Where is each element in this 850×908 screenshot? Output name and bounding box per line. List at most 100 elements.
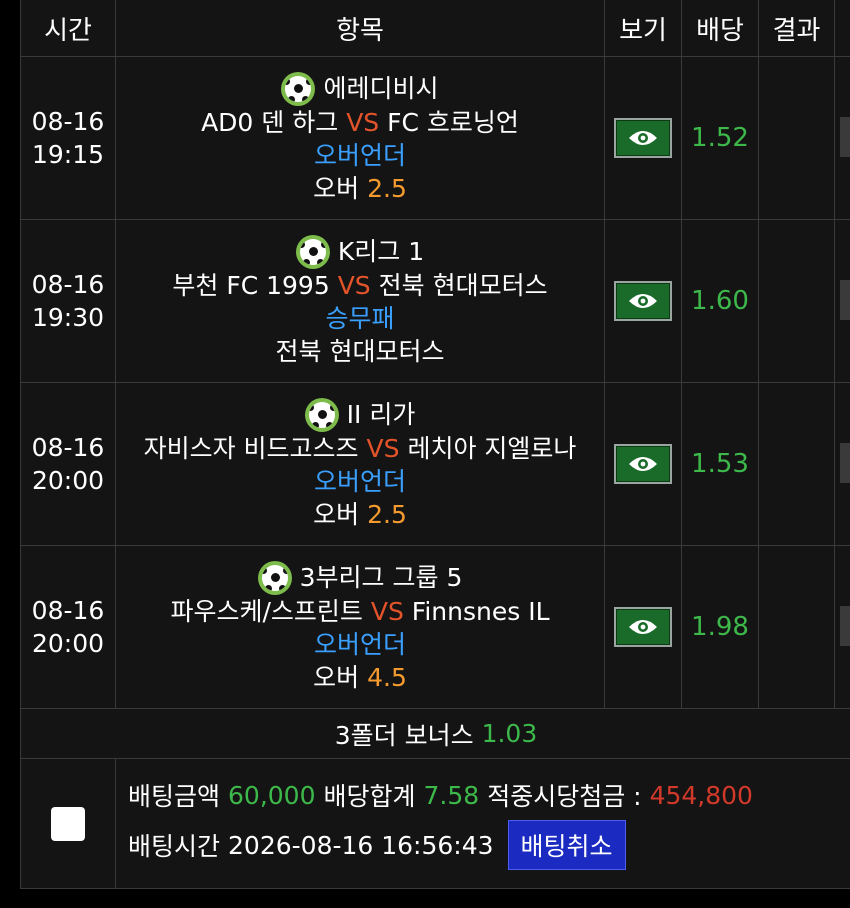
select-checkbox[interactable] xyxy=(51,806,85,841)
soccer-ball-icon xyxy=(257,560,292,595)
league-line: 3부리그 그룹 5 xyxy=(257,560,463,595)
odds-value: 1.60 xyxy=(682,220,759,383)
pick: 전북 현대모터스 xyxy=(276,335,445,368)
soccer-ball-icon xyxy=(295,234,330,269)
payout-label: 적중시당첨금 : xyxy=(487,782,642,811)
total-odds-label: 배당합계 xyxy=(323,782,416,811)
matchup: AD0 덴 하그 VS FC 흐로닝언 xyxy=(201,106,519,139)
home-team: AD0 덴 하그 xyxy=(201,107,339,137)
matchup: 자비스자 비드고스즈 VS 레치아 지엘로나 xyxy=(144,432,577,465)
pick-number: 4.5 xyxy=(367,662,407,692)
pick-text: 오버 xyxy=(313,499,360,529)
match-clock: 19:30 xyxy=(31,303,105,332)
bet-item: II 리가 자비스자 비드고스즈 VS 레치아 지엘로나 오버언더 오버 2.5 xyxy=(116,383,605,546)
result-cell xyxy=(759,220,835,383)
soccer-ball-icon xyxy=(281,71,316,106)
eye-icon xyxy=(629,457,657,471)
eye-icon xyxy=(629,131,657,145)
bet-item: 에레디비시 AD0 덴 하그 VS FC 흐로닝언 오버언더 오버 2.5 xyxy=(116,57,605,220)
league-line: K리그 1 xyxy=(295,234,425,269)
match-date: 08-16 xyxy=(31,270,105,299)
pick-text: 오버 xyxy=(313,662,360,692)
header-time: 시간 xyxy=(21,0,116,57)
pick: 오버 4.5 xyxy=(313,661,407,694)
bonus-label: 3폴더 보너스 xyxy=(334,720,474,750)
pick-text: 오버 xyxy=(313,173,360,203)
bet-time: 2026-08-16 16:56:43 xyxy=(228,830,494,860)
away-team: 레치아 지엘로나 xyxy=(407,433,577,463)
table-header: 시간 항목 보기 배당 결과 xyxy=(21,0,850,57)
payout-amount: 454,800 xyxy=(649,780,753,810)
view-button[interactable] xyxy=(614,118,672,158)
pick: 오버 2.5 xyxy=(313,498,407,531)
home-team: 자비스자 비드고스즈 xyxy=(143,433,359,463)
vs-label: VS xyxy=(370,596,404,626)
bet-item: 3부리그 그룹 5 파우스케/스프린트 VS Finnsnes IL 오버언더 … xyxy=(116,546,605,709)
pick-number: 2.5 xyxy=(367,499,407,529)
odds-value: 1.52 xyxy=(682,57,759,220)
match-clock: 20:00 xyxy=(31,629,105,658)
table-row: 08-16 20:00 3부리그 그룹 5 파우스케/스프린트 VS Finns… xyxy=(21,546,850,709)
soccer-ball-icon xyxy=(304,397,339,432)
vs-label: VS xyxy=(346,107,380,137)
league-name: K리그 1 xyxy=(337,237,425,266)
match-time: 08-16 20:00 xyxy=(21,383,116,546)
total-odds: 7.58 xyxy=(423,780,480,810)
matchup: 부천 FC 1995 VS 전북 현대모터스 xyxy=(172,269,547,302)
match-clock: 19:15 xyxy=(31,140,105,169)
match-date: 08-16 xyxy=(31,433,105,462)
view-button[interactable] xyxy=(614,444,672,484)
match-date: 08-16 xyxy=(31,107,105,136)
home-team: 파우스케/스프린트 xyxy=(170,596,363,626)
match-clock: 20:00 xyxy=(31,466,105,495)
eye-icon xyxy=(629,294,657,308)
bet-summary: 배팅금액 60,000 배당합계 7.58 적중시당첨금 : 454,800 배… xyxy=(21,759,850,888)
home-team: 부천 FC 1995 xyxy=(172,270,330,300)
away-team: 전북 현대모터스 xyxy=(378,270,548,300)
scrollbar[interactable] xyxy=(840,117,850,157)
pick-number: 2.5 xyxy=(367,173,407,203)
market-type: 승무패 xyxy=(325,303,395,333)
stake-label: 배팅금액 xyxy=(128,782,221,811)
header-odds: 배당 xyxy=(682,0,759,57)
bet-item: K리그 1 부천 FC 1995 VS 전북 현대모터스 승무패 전북 현대모터… xyxy=(116,220,605,383)
league-name: 3부리그 그룹 5 xyxy=(299,563,463,592)
match-date: 08-16 xyxy=(31,596,105,625)
odds-value: 1.53 xyxy=(682,383,759,546)
market-type: 오버언더 xyxy=(313,466,406,496)
league-name: II 리가 xyxy=(346,400,416,429)
bet-time-label: 배팅시간 xyxy=(128,832,221,861)
pick-text: 전북 현대모터스 xyxy=(275,336,445,366)
bonus-value: 1.03 xyxy=(481,719,538,748)
league-line: 에레디비시 xyxy=(281,71,439,106)
away-team: FC 흐로닝언 xyxy=(387,107,519,137)
view-button[interactable] xyxy=(614,281,672,321)
cancel-bet-button[interactable]: 배팅취소 xyxy=(507,820,626,870)
market-type: 오버언더 xyxy=(313,140,406,170)
result-cell xyxy=(759,57,835,220)
header-view: 보기 xyxy=(605,0,682,57)
match-time: 08-16 19:30 xyxy=(21,220,116,383)
bet-slip: 시간 항목 보기 배당 결과 08-16 19:15 에레디비시 AD0 덴 하… xyxy=(20,0,850,889)
pick: 오버 2.5 xyxy=(313,172,407,205)
result-cell xyxy=(759,383,835,546)
table-row: 08-16 19:30 K리그 1 부천 FC 1995 VS 전북 현대모터스… xyxy=(21,220,850,383)
match-time: 08-16 20:00 xyxy=(21,546,116,709)
league-line: II 리가 xyxy=(304,397,416,432)
market-type: 오버언더 xyxy=(313,629,406,659)
odds-value: 1.98 xyxy=(682,546,759,709)
stake-amount: 60,000 xyxy=(228,780,316,810)
league-name: 에레디비시 xyxy=(323,74,439,103)
view-button[interactable] xyxy=(614,607,672,647)
folder-bonus: 3폴더 보너스 1.03 xyxy=(21,709,850,759)
match-time: 08-16 19:15 xyxy=(21,57,116,220)
result-cell xyxy=(759,546,835,709)
matchup: 파우스케/스프린트 VS Finnsnes IL xyxy=(170,595,549,628)
vs-label: VS xyxy=(366,433,400,463)
vs-label: VS xyxy=(337,270,371,300)
table-row: 08-16 20:00 II 리가 자비스자 비드고스즈 VS 레치아 지엘로나… xyxy=(21,383,850,546)
header-result: 결과 xyxy=(759,0,835,57)
eye-icon xyxy=(629,620,657,634)
header-item: 항목 xyxy=(116,0,605,57)
table-row: 08-16 19:15 에레디비시 AD0 덴 하그 VS FC 흐로닝언 오버… xyxy=(21,57,850,220)
